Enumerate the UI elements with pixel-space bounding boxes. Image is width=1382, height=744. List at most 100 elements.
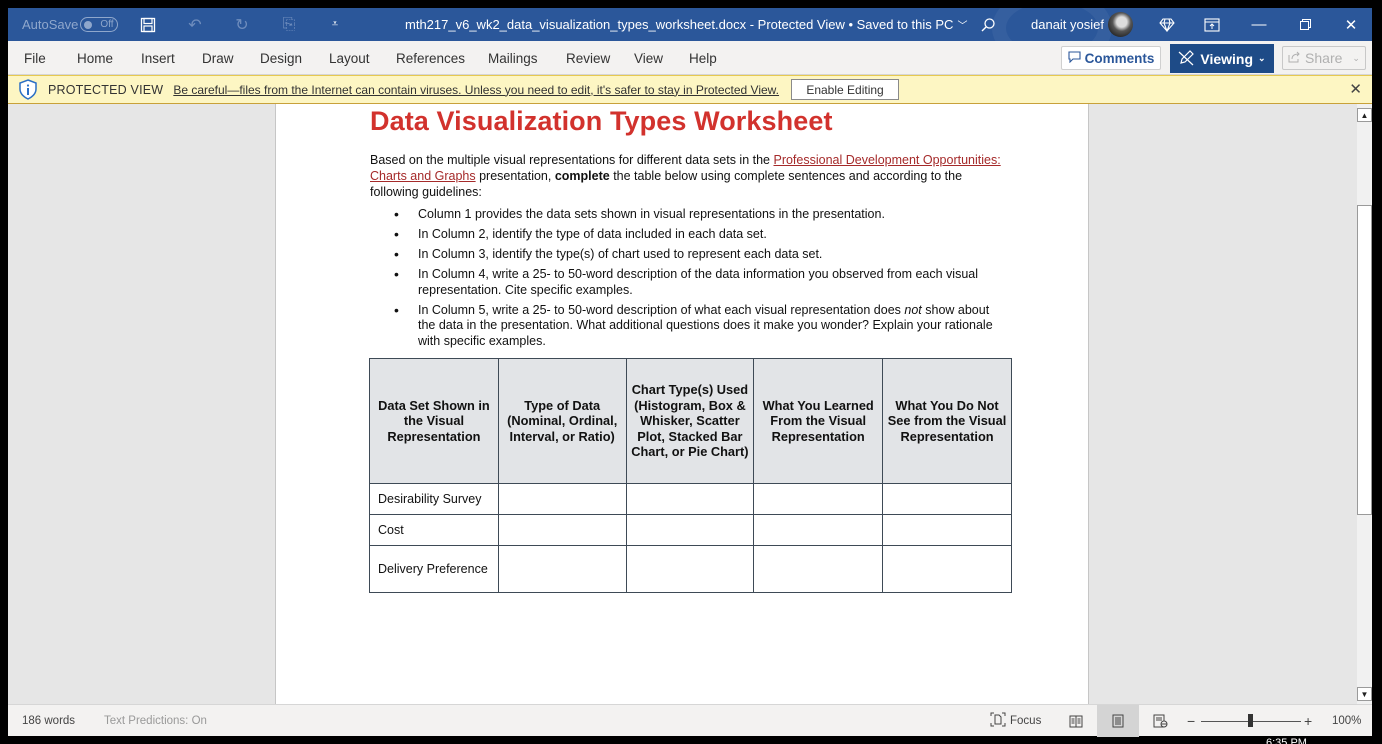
column-header: Chart Type(s) Used (Histogram, Box & Whi… [625, 358, 755, 484]
table-cell[interactable] [625, 545, 755, 593]
table-cell[interactable]: Desirability Survey [369, 483, 499, 515]
protected-view-bar: PROTECTED VIEW Be careful—files from the… [8, 75, 1372, 104]
intro-text-2: presentation, [475, 169, 555, 183]
title-bar: AutoSave Off ↶ ↻ ⎘ ⩡ mth217_v6_wk2_data_… [8, 8, 1372, 41]
list-item-text: In Column 5, write a 25- to 50-word desc… [418, 302, 905, 317]
document-page: Data Visualization Types Worksheet Based… [275, 104, 1089, 704]
guidelines-list: Column 1 provides the data sets shown in… [370, 207, 1000, 354]
enable-editing-button[interactable]: Enable Editing [791, 79, 900, 100]
table-row: Desirability Survey [369, 483, 1012, 515]
scroll-up-icon[interactable]: ▲ [1357, 108, 1372, 122]
ribbon-display-icon[interactable] [1198, 8, 1226, 41]
zoom-in-button[interactable]: + [1304, 705, 1312, 737]
table-cell[interactable] [753, 483, 884, 515]
table-cell[interactable] [882, 514, 1012, 546]
table-cell[interactable] [497, 514, 627, 546]
comment-icon [1068, 50, 1081, 66]
tab-view[interactable]: View [634, 41, 663, 75]
table-header-row: Data Set Shown in the Visual Representat… [369, 358, 1012, 484]
tab-layout[interactable]: Layout [329, 41, 370, 75]
tab-references[interactable]: References [396, 41, 465, 75]
shield-info-icon [18, 79, 38, 101]
protected-view-message-link[interactable]: Be careful—files from the Internet can c… [173, 83, 779, 97]
scroll-down-icon[interactable]: ▼ [1357, 687, 1372, 701]
table-cell[interactable] [625, 483, 755, 515]
document-title-text: mth217_v6_wk2_data_visualization_types_w… [405, 17, 954, 32]
taskbar-clock: 6:35 PM [1266, 737, 1307, 744]
customize-qat-icon[interactable]: ⩡ [321, 8, 349, 41]
table-cell[interactable] [625, 514, 755, 546]
list-item: In Column 3, identify the type(s) of cha… [370, 247, 1000, 263]
table-cell[interactable] [497, 483, 627, 515]
close-icon[interactable]: ✕ [1349, 80, 1362, 98]
tab-review[interactable]: Review [566, 41, 610, 75]
autosave-label: AutoSave [22, 17, 79, 32]
tab-mailings[interactable]: Mailings [488, 41, 538, 75]
table-cell[interactable]: Cost [369, 514, 499, 546]
word-count[interactable]: 186 words [22, 705, 75, 737]
viewing-label: Viewing [1200, 50, 1254, 67]
protected-view-title: PROTECTED VIEW [48, 82, 164, 97]
worksheet-table: Data Set Shown in the Visual Representat… [369, 358, 1012, 593]
focus-label: Focus [1010, 715, 1042, 727]
web-layout-icon[interactable] [1139, 705, 1181, 737]
document-title[interactable]: mth217_v6_wk2_data_visualization_types_w… [405, 8, 967, 41]
scrollbar-thumb[interactable] [1357, 205, 1372, 515]
table-row: Delivery Preference [369, 545, 1012, 593]
read-mode-icon[interactable] [1055, 705, 1097, 737]
comments-button[interactable]: Comments [1061, 46, 1161, 70]
list-item-emphasis: not [904, 302, 922, 317]
save-icon[interactable] [134, 8, 162, 41]
list-item: In Column 5, write a 25- to 50-word desc… [370, 303, 1000, 350]
text-predictions-status[interactable]: Text Predictions: On [104, 705, 207, 737]
intro-bold-word: complete [554, 169, 610, 183]
table-row: Cost [369, 514, 1012, 546]
table-cell[interactable] [753, 514, 884, 546]
status-bar: 186 words Text Predictions: On Focus − +… [8, 704, 1372, 737]
table-cell[interactable]: Delivery Preference [369, 545, 499, 593]
zoom-slider-thumb[interactable] [1248, 714, 1253, 727]
list-item: In Column 4, write a 25- to 50-word desc… [370, 267, 1000, 298]
column-header: Type of Data (Nominal, Ordinal, Interval… [497, 358, 627, 484]
zoom-out-button[interactable]: − [1187, 705, 1195, 737]
tab-insert[interactable]: Insert [141, 41, 175, 75]
restore-icon[interactable] [1282, 8, 1328, 41]
chevron-down-icon: ﹀ [957, 21, 968, 32]
tab-help[interactable]: Help [689, 41, 717, 75]
column-header: Data Set Shown in the Visual Representat… [369, 358, 499, 484]
focus-button[interactable]: Focus [990, 705, 1041, 737]
intro-paragraph: Based on the multiple visual representat… [370, 152, 1010, 200]
tab-file[interactable]: File [24, 41, 46, 75]
viewing-mode-button[interactable]: Viewing ⌄ [1170, 44, 1274, 73]
table-cell[interactable] [882, 545, 1012, 593]
undo-icon[interactable]: ↶ [181, 8, 209, 41]
avatar[interactable] [1108, 12, 1133, 37]
table-cell[interactable] [753, 545, 884, 593]
share-icon [1288, 50, 1301, 66]
search-icon[interactable] [974, 8, 1002, 41]
document-canvas: Data Visualization Types Worksheet Based… [8, 104, 1357, 704]
share-button[interactable]: Share ⌄ [1282, 46, 1366, 70]
touch-mode-icon[interactable]: ⎘ [275, 8, 303, 41]
minimize-icon[interactable]: — [1236, 8, 1282, 41]
table-cell[interactable] [497, 545, 627, 593]
tab-design[interactable]: Design [260, 41, 302, 75]
chevron-down-icon: ⌄ [1258, 53, 1266, 63]
print-layout-icon[interactable] [1097, 705, 1139, 737]
list-item: Column 1 provides the data sets shown in… [370, 207, 1000, 223]
vertical-scrollbar[interactable]: ▲ ▼ [1357, 104, 1372, 704]
diamond-icon[interactable] [1153, 8, 1181, 41]
close-icon[interactable]: ✕ [1328, 8, 1372, 41]
share-label: Share [1305, 50, 1343, 66]
intro-text-1: Based on the multiple visual representat… [370, 153, 774, 167]
document-heading: Data Visualization Types Worksheet [370, 106, 833, 136]
zoom-level[interactable]: 100% [1332, 705, 1361, 737]
tab-home[interactable]: Home [77, 41, 113, 75]
user-name[interactable]: danait yosief [1031, 8, 1104, 41]
comments-label: Comments [1084, 50, 1155, 66]
redo-icon[interactable]: ↻ [228, 8, 256, 41]
table-cell[interactable] [882, 483, 1012, 515]
tab-draw[interactable]: Draw [202, 41, 234, 75]
autosave-toggle[interactable]: Off [80, 17, 118, 32]
column-header: What You Learned From the Visual Represe… [753, 358, 884, 484]
